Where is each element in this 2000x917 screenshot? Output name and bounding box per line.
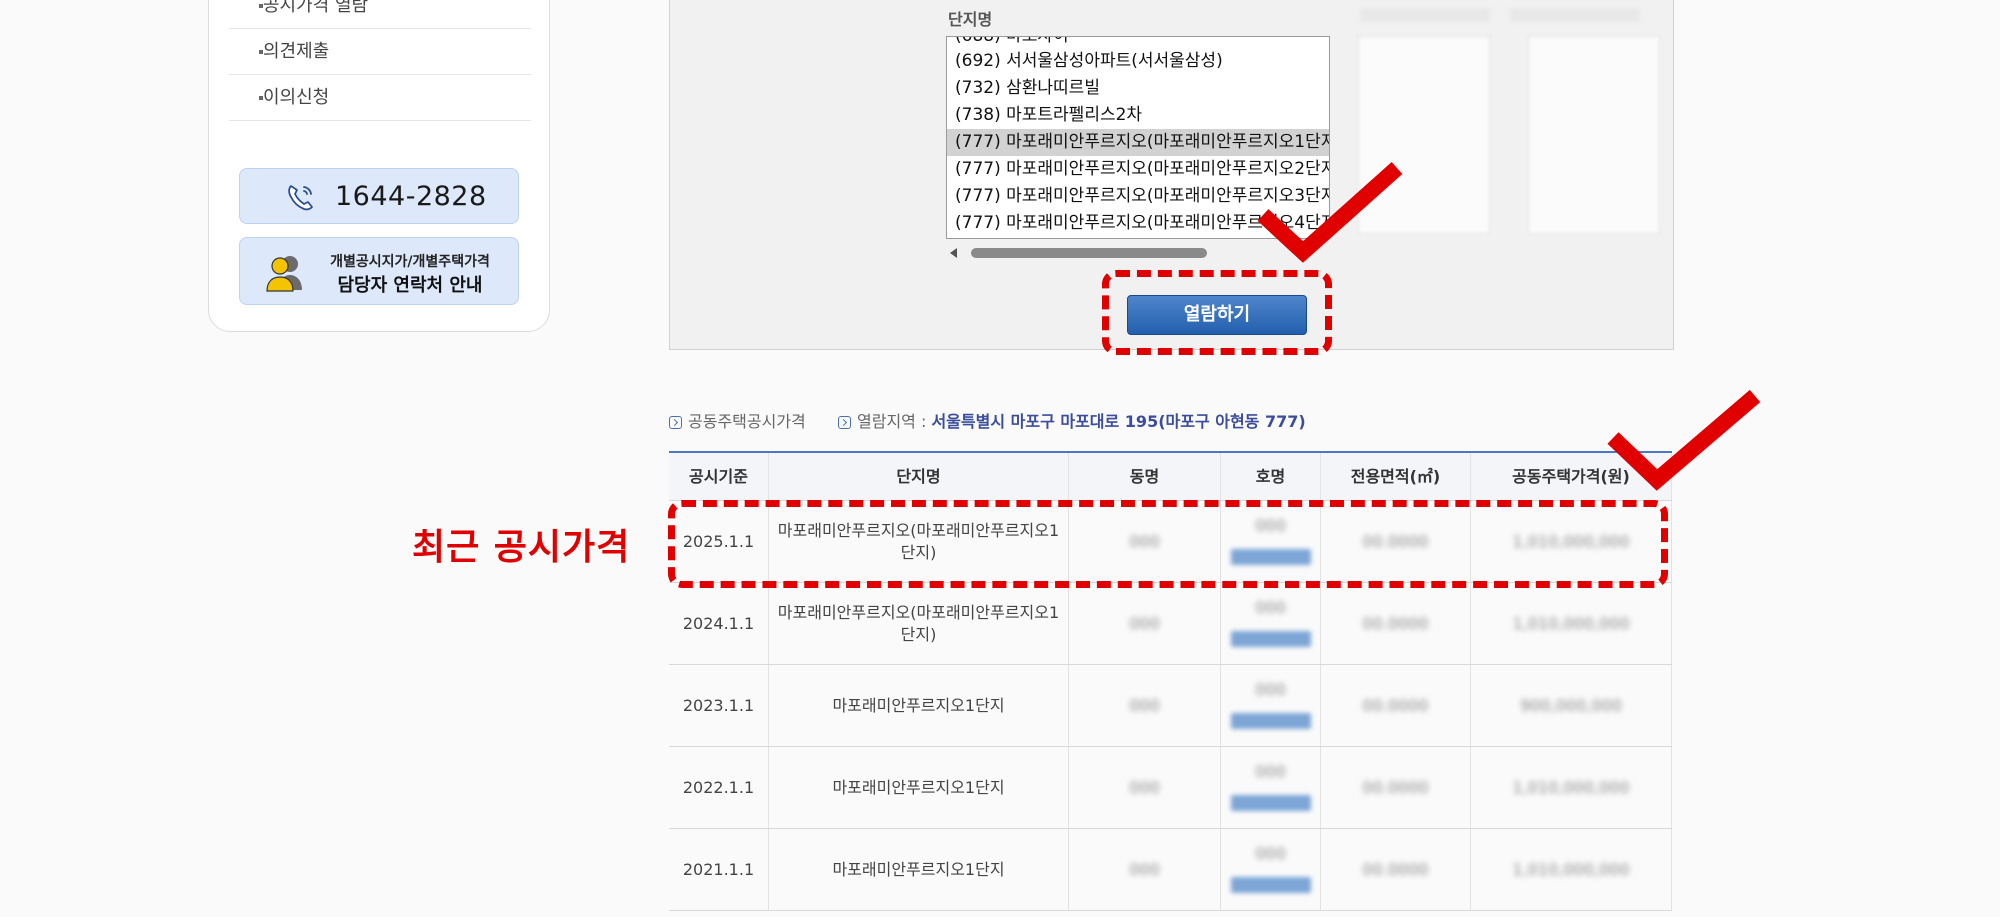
cell-price: 900,000,000	[1471, 665, 1672, 746]
cell-ho[interactable]: 000	[1221, 747, 1321, 828]
highlight-box-recent-row	[668, 500, 1668, 588]
cell-complex: 마포래미안푸르지오(마포래미안푸르지오1단지)	[769, 583, 1069, 664]
cell-dong: 000	[1069, 747, 1221, 828]
dong-label-blurred	[1360, 8, 1490, 22]
table-header: 공시기준 단지명 동명 호명 전용면적(㎡) 공동주택가격(원)	[669, 453, 1672, 501]
contact-line2: 담당자 연락처 안내	[337, 275, 483, 296]
ho-listbox-blurred[interactable]	[1528, 36, 1660, 234]
person-icon	[266, 256, 302, 292]
bullet-icon	[259, 50, 263, 54]
sidebar-item-opinion[interactable]: 의견제출	[229, 29, 531, 75]
phone-contact-button[interactable]: 1644-2828	[239, 168, 519, 224]
complex-option-selected[interactable]: (777) 마포래미안푸르지오(마포래미안푸르지오1단지)	[947, 129, 1329, 156]
col-header-date: 공시기준	[669, 453, 769, 500]
complex-name-label: 단지명	[948, 10, 993, 29]
sidebar-item-price-view[interactable]: 공시가격 열람	[229, 0, 531, 29]
cell-area: 00.0000	[1321, 747, 1471, 828]
cell-ho[interactable]: 000	[1221, 665, 1321, 746]
cell-complex: 마포래미안푸르지오1단지	[769, 747, 1069, 828]
cell-date: 2021.1.1	[669, 829, 769, 910]
check-mark-icon	[1607, 389, 1761, 491]
cell-area: 00.0000	[1321, 829, 1471, 910]
ho-label-blurred	[1510, 8, 1640, 22]
complex-option[interactable]: (738) 마포트라펠리스2차	[947, 102, 1329, 129]
ho-link-blurred[interactable]	[1231, 877, 1311, 893]
region-value: 서울특별시 마포구 마포대로 195(마포구 아현동 777)	[931, 412, 1306, 431]
cell-dong: 000	[1069, 829, 1221, 910]
bullet-icon	[259, 96, 263, 100]
contact-guide-button[interactable]: 개별공시지가/개별주택가격 담당자 연락처 안내	[239, 237, 519, 305]
section-title: 공동주택공시가격	[669, 408, 806, 432]
scrollbar-thumb[interactable]	[971, 248, 1207, 258]
cell-price: 1,010,000,000	[1471, 829, 1672, 910]
arrow-box-icon	[838, 416, 851, 429]
cell-date: 2023.1.1	[669, 665, 769, 746]
table-row: 2023.1.1 마포래미안푸르지오1단지 000 000 00.0000 90…	[669, 665, 1672, 747]
cell-complex: 마포래미안푸르지오1단지	[769, 665, 1069, 746]
phone-icon	[288, 185, 313, 211]
cell-date: 2022.1.1	[669, 747, 769, 828]
table-row: 2021.1.1 마포래미안푸르지오1단지 000 000 00.0000 1,…	[669, 829, 1672, 911]
sidebar-menu: 공시가격 열람 의견제출 이의신청 1644-2828 개별공시지가/개별주택가…	[208, 0, 550, 332]
col-header-ho: 호명	[1221, 453, 1321, 500]
cell-area: 00.0000	[1321, 665, 1471, 746]
cell-dong: 000	[1069, 583, 1221, 664]
sidebar-item-label: 공시가격 열람	[263, 0, 369, 16]
recent-price-annotation: 최근 공시가격	[412, 527, 631, 568]
complex-option[interactable]: (692) 서서울삼성아파트(서서울삼성)	[947, 48, 1329, 75]
complex-option[interactable]: (732) 삼환나띠르빌	[947, 75, 1329, 102]
ho-link-blurred[interactable]	[1231, 631, 1311, 647]
scroll-left-icon[interactable]	[950, 248, 957, 258]
sidebar-item-label: 이의신청	[263, 87, 330, 108]
contact-line1: 개별공시지가/개별주택가격	[330, 254, 490, 270]
bullet-icon	[259, 4, 263, 8]
ho-link-blurred[interactable]	[1231, 795, 1311, 811]
cell-date: 2024.1.1	[669, 583, 769, 664]
cell-price: 1,010,000,000	[1471, 747, 1672, 828]
sidebar-item-objection[interactable]: 이의신청	[229, 75, 531, 121]
ho-link-blurred[interactable]	[1231, 713, 1311, 729]
table-row: 2022.1.1 마포래미안푸르지오1단지 000 000 00.0000 1,…	[669, 747, 1672, 829]
cell-ho[interactable]: 000	[1221, 583, 1321, 664]
table-row: 2024.1.1 마포래미안푸르지오(마포래미안푸르지오1단지) 000 000…	[669, 583, 1672, 665]
cell-price: 1,010,000,000	[1471, 583, 1672, 664]
region-label: 열람지역 :	[857, 412, 932, 431]
cell-dong: 000	[1069, 665, 1221, 746]
check-mark-icon	[1257, 162, 1403, 263]
cell-ho[interactable]: 000	[1221, 829, 1321, 910]
col-header-complex: 단지명	[769, 453, 1069, 500]
region-info: 열람지역 : 서울특별시 마포구 마포대로 195(마포구 아현동 777)	[838, 408, 1306, 432]
highlight-box-view-button	[1102, 270, 1332, 355]
phone-number: 1644-2828	[335, 181, 487, 212]
cell-complex: 마포래미안푸르지오1단지	[769, 829, 1069, 910]
cell-area: 00.0000	[1321, 583, 1471, 664]
col-header-area: 전용면적(㎡)	[1321, 453, 1471, 500]
arrow-box-icon	[669, 416, 682, 429]
sidebar-item-label: 의견제출	[263, 41, 330, 62]
col-header-dong: 동명	[1069, 453, 1221, 500]
